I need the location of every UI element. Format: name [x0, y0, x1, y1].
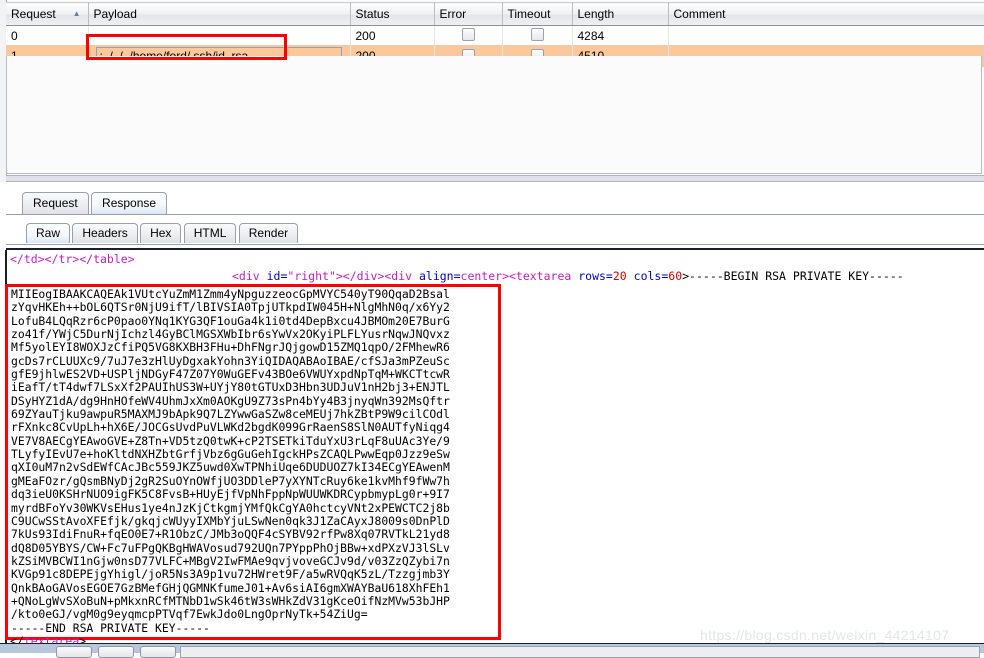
code-token: >-----BEGIN RSA PRIVATE KEY----- [682, 269, 904, 283]
cell-timeout [502, 25, 573, 45]
bottom-search-field[interactable] [180, 646, 980, 658]
private-key-text: MIIEogIBAAKCAQEAk1VUtcYuZmM1Zmm4yNpguzze… [11, 287, 450, 635]
html-markup-line-1: </td></tr></table> [10, 252, 135, 266]
code-token: > [79, 634, 87, 643]
table-row[interactable]: 0 200 4284 [6, 25, 984, 45]
sort-ascending-icon[interactable]: ▲ [73, 7, 81, 21]
cell-status: 200 [350, 25, 435, 45]
code-token: </td></tr></table> [10, 252, 135, 266]
bottom-button-2[interactable] [98, 646, 134, 658]
bottom-button-3[interactable] [140, 646, 176, 658]
code-token: ><textarea [502, 269, 579, 283]
code-token: ></div><div [335, 269, 419, 283]
view-tabs[interactable]: Raw Headers Hex HTML Render [26, 223, 299, 243]
tab-headers[interactable]: Headers [72, 223, 138, 243]
column-header-request[interactable]: Request ▲ [6, 2, 89, 26]
panel-splitter[interactable] [6, 175, 984, 182]
code-token: </ [10, 634, 24, 643]
timeout-checkbox[interactable] [530, 28, 544, 41]
tab-hex[interactable]: Hex [140, 223, 182, 243]
tab-request[interactable]: Request [22, 192, 89, 214]
column-label-length: Length [577, 6, 615, 21]
column-header-timeout[interactable]: Timeout [502, 2, 573, 26]
cell-length: 4284 [572, 25, 669, 45]
closing-textarea-tag: </textarea> [10, 634, 87, 643]
code-token: 20 [612, 269, 627, 283]
table-header-row: Request ▲ Payload Status Error Timeout L… [6, 2, 984, 26]
private-key-annotation-box: MIIEogIBAAKCAQEAk1VUtcYuZmM1Zmm4yNpguzze… [5, 284, 501, 640]
response-raw-view[interactable]: </td></tr></table> <div id="right"></div… [0, 250, 984, 643]
column-label-payload: Payload [93, 6, 137, 21]
column-header-length[interactable]: Length [572, 2, 669, 26]
column-header-payload[interactable]: Payload [88, 2, 351, 26]
code-token: "right" [287, 269, 336, 283]
tab-response[interactable]: Response [91, 192, 168, 214]
column-label-status: Status [355, 6, 390, 21]
code-token: id= [266, 269, 288, 283]
tab-raw[interactable]: Raw [26, 223, 71, 243]
tab-html[interactable]: HTML [183, 223, 237, 243]
column-header-status[interactable]: Status [350, 2, 435, 26]
column-label-comment: Comment [673, 6, 726, 21]
code-token: 60 [668, 269, 683, 283]
results-empty-area [6, 56, 982, 174]
cell-payload [88, 25, 351, 45]
column-header-error[interactable]: Error [434, 2, 503, 26]
column-label-timeout: Timeout [507, 6, 551, 21]
watermark: https://blog.csdn.net/weixin_44214107 [700, 627, 950, 643]
error-checkbox[interactable] [461, 28, 475, 41]
code-token: cols= [626, 269, 669, 283]
message-tabs[interactable]: Request Response [22, 192, 168, 214]
cell-request: 0 [6, 25, 89, 45]
cell-comment[interactable] [668, 25, 984, 45]
column-label-error: Error [439, 6, 467, 21]
code-token: <div [232, 269, 267, 283]
intruder-results-panel: Request ▲ Payload Status Error Timeout L… [0, 0, 984, 182]
column-header-comment[interactable]: Comment [668, 2, 984, 26]
code-token: center [460, 269, 503, 283]
message-tabs-rule [6, 214, 984, 215]
column-label-request: Request [11, 6, 56, 21]
code-token: align= [418, 269, 461, 283]
html-markup-line-2: <div id="right"></div><div align=center>… [232, 269, 904, 283]
tab-render[interactable]: Render [238, 223, 299, 243]
cell-error [434, 25, 503, 45]
code-token: rows= [578, 269, 613, 283]
bottom-button-1[interactable] [56, 646, 92, 658]
code-token: textarea [23, 634, 80, 643]
